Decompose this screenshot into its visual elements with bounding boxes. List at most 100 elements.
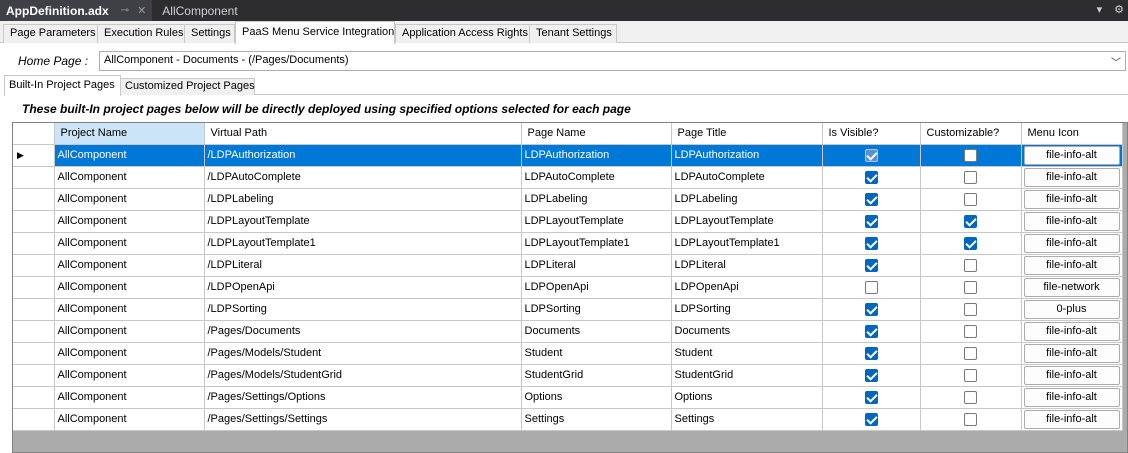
home-page-select[interactable]: AllComponent - Documents - (/Pages/Docum…: [99, 51, 1126, 71]
page-name-cell[interactable]: Options: [521, 386, 672, 409]
page-name-cell[interactable]: LDPAutoComplete: [521, 166, 672, 189]
row-header[interactable]: [13, 364, 55, 387]
menu-icon-button[interactable]: file-info-alt: [1023, 365, 1120, 385]
row-header[interactable]: [13, 232, 55, 255]
table-row[interactable]: AllComponent/LDPOpenApi LDPOpenApi LDPOpen…: [13, 276, 1123, 299]
page-title-cell[interactable]: LDPOpenApi: [671, 276, 823, 299]
project-name-cell[interactable]: AllComponent: [54, 320, 205, 343]
column-header-page-title[interactable]: Page Title: [671, 123, 823, 145]
table-row[interactable]: AllComponent/Pages/Documents Documents Doc…: [13, 320, 1123, 343]
project-name-cell[interactable]: AllComponent: [54, 166, 205, 189]
page-title-cell[interactable]: LDPSorting: [671, 298, 823, 321]
menu-icon-button[interactable]: file-info-alt: [1023, 189, 1120, 209]
page-title-cell[interactable]: LDPLiteral: [671, 254, 823, 277]
customizable-checkbox[interactable]: [964, 192, 977, 206]
project-name-cell[interactable]: AllComponent: [54, 144, 205, 167]
column-header-menu-icon[interactable]: Menu Icon: [1021, 123, 1123, 145]
project-name-cell[interactable]: AllComponent: [54, 210, 205, 233]
row-header[interactable]: [13, 320, 55, 343]
project-name-cell[interactable]: AllComponent: [54, 364, 205, 387]
page-name-cell[interactable]: LDPAuthorization: [521, 144, 672, 167]
page-name-cell[interactable]: Student: [521, 342, 672, 365]
page-name-cell[interactable]: LDPLiteral: [521, 254, 672, 277]
customizable-checkbox[interactable]: [964, 170, 977, 184]
row-header[interactable]: [13, 298, 55, 321]
virtual-path-cell[interactable]: /LDPOpenApi: [204, 276, 522, 299]
page-title-cell[interactable]: Settings: [671, 408, 823, 431]
virtual-path-cell[interactable]: /Pages/Settings/Options: [204, 386, 522, 409]
customizable-checkbox[interactable]: [964, 412, 977, 426]
page-title-cell[interactable]: Student: [671, 342, 823, 365]
page-name-cell[interactable]: LDPLayoutTemplate1: [521, 232, 672, 255]
menu-icon-button[interactable]: file-info-alt: [1023, 255, 1120, 275]
virtual-path-cell[interactable]: /Pages/Documents: [204, 320, 522, 343]
is-visible-checkbox[interactable]: [864, 412, 878, 426]
menu-icon-button[interactable]: file-network: [1023, 277, 1120, 297]
row-header[interactable]: [13, 166, 55, 189]
row-header[interactable]: [13, 276, 55, 299]
page-name-cell[interactable]: Settings: [521, 408, 672, 431]
is-visible-checkbox[interactable]: [864, 170, 878, 184]
virtual-path-cell[interactable]: /Pages/Models/Student: [204, 342, 522, 365]
tab-settings[interactable]: Settings: [184, 24, 235, 43]
tab-built-in-project-pages[interactable]: Built-In Project Pages: [4, 75, 121, 96]
row-header[interactable]: [13, 342, 55, 365]
menu-icon-button[interactable]: file-info-alt: [1023, 387, 1120, 407]
page-title-cell[interactable]: LDPLayoutTemplate1: [671, 232, 823, 255]
table-row[interactable]: AllComponent/LDPSorting LDPSorting LDPSort…: [13, 298, 1123, 321]
table-row[interactable]: AllComponent/LDPLabeling LDPLabeling LDPLa…: [13, 188, 1123, 211]
is-visible-checkbox[interactable]: [864, 280, 878, 294]
row-header[interactable]: [13, 386, 55, 409]
customizable-checkbox[interactable]: [964, 390, 977, 404]
page-title-cell[interactable]: LDPLabeling: [671, 188, 823, 211]
virtual-path-cell[interactable]: /LDPAuthorization: [204, 144, 522, 167]
pages-grid[interactable]: Project Name Virtual Path Page Name Page…: [12, 122, 1128, 453]
table-row[interactable]: AllComponent/LDPLiteral LDPLiteral LDPLite…: [13, 254, 1123, 277]
page-title-cell[interactable]: LDPAuthorization: [671, 144, 823, 167]
project-name-cell[interactable]: AllComponent: [54, 386, 205, 409]
doc-tab-appdefinition[interactable]: AppDefinition.adx ⊸ ✕: [0, 0, 153, 21]
customizable-checkbox[interactable]: [964, 236, 977, 250]
dropdown-icon[interactable]: ▾: [1097, 3, 1103, 16]
virtual-path-cell[interactable]: /Pages/Models/StudentGrid: [204, 364, 522, 387]
page-name-cell[interactable]: LDPLabeling: [521, 188, 672, 211]
page-title-cell[interactable]: Options: [671, 386, 823, 409]
project-name-cell[interactable]: AllComponent: [54, 298, 205, 321]
page-name-cell[interactable]: StudentGrid: [521, 364, 672, 387]
column-header-virtual-path[interactable]: Virtual Path: [204, 123, 522, 145]
table-row[interactable]: AllComponent/LDPLayoutTemplate LDPLayoutT…: [13, 210, 1123, 233]
menu-icon-button[interactable]: 0-plus: [1023, 299, 1120, 319]
is-visible-checkbox[interactable]: [864, 368, 878, 382]
is-visible-checkbox[interactable]: [864, 258, 878, 272]
customizable-checkbox[interactable]: [964, 280, 977, 294]
tab-tenant-settings[interactable]: Tenant Settings: [529, 24, 617, 43]
customizable-checkbox[interactable]: [964, 148, 977, 162]
is-visible-checkbox[interactable]: [864, 192, 878, 206]
project-name-cell[interactable]: AllComponent: [54, 276, 205, 299]
is-visible-checkbox[interactable]: [864, 214, 878, 228]
row-header[interactable]: [13, 210, 55, 233]
doc-tab-allcomponent[interactable]: AllComponent: [152, 4, 247, 18]
project-name-cell[interactable]: AllComponent: [54, 408, 205, 431]
menu-icon-button[interactable]: file-info-alt: [1023, 321, 1120, 341]
is-visible-checkbox[interactable]: [864, 148, 878, 162]
gear-icon[interactable]: ⚙: [1114, 3, 1124, 16]
menu-icon-button[interactable]: file-info-alt: [1023, 211, 1120, 231]
is-visible-checkbox[interactable]: [864, 346, 878, 360]
menu-icon-button[interactable]: file-info-alt: [1023, 167, 1120, 187]
table-row[interactable]: AllComponent/Pages/Settings/Options Optio…: [13, 386, 1123, 409]
table-row[interactable]: AllComponent/Pages/Settings/Settings Sett…: [13, 408, 1123, 431]
column-header-project-name[interactable]: Project Name: [54, 123, 205, 145]
page-title-cell[interactable]: Documents: [671, 320, 823, 343]
row-header[interactable]: [13, 254, 55, 277]
table-row[interactable]: AllComponent/Pages/Models/Student Student…: [13, 342, 1123, 365]
page-title-cell[interactable]: StudentGrid: [671, 364, 823, 387]
virtual-path-cell[interactable]: /LDPSorting: [204, 298, 522, 321]
is-visible-checkbox[interactable]: [864, 390, 878, 404]
is-visible-checkbox[interactable]: [864, 324, 878, 338]
tab-page-parameters[interactable]: Page Parameters: [3, 24, 98, 43]
virtual-path-cell[interactable]: /Pages/Settings/Settings: [204, 408, 522, 431]
row-header[interactable]: ▶: [13, 144, 55, 167]
page-title-cell[interactable]: LDPLayoutTemplate: [671, 210, 823, 233]
page-name-cell[interactable]: LDPSorting: [521, 298, 672, 321]
